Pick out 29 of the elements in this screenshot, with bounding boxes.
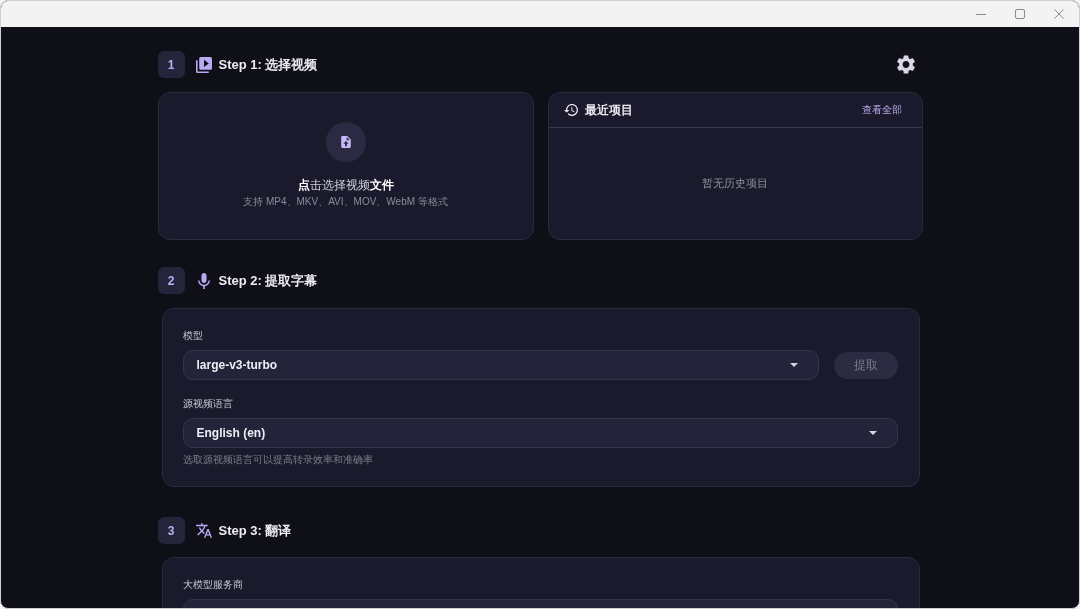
view-all-link[interactable]: 查看全部 bbox=[861, 103, 902, 117]
step-title: Step 1: 选择视频 bbox=[218, 55, 318, 74]
step-title: Step 3: 翻译 bbox=[218, 521, 292, 540]
step-number: 1 bbox=[157, 51, 185, 78]
step-number: 3 bbox=[157, 517, 185, 544]
field-label: 大模型服务商 bbox=[182, 578, 244, 592]
step-title: Step 2: 提取字幕 bbox=[218, 271, 318, 290]
step-number: 2 bbox=[157, 267, 185, 294]
translate-icon bbox=[195, 523, 212, 538]
settings-icon[interactable] bbox=[896, 55, 915, 74]
field-label: 源视频语言 bbox=[182, 397, 234, 411]
recent-title: 最近项目 bbox=[584, 101, 633, 119]
microphone-icon bbox=[197, 272, 210, 289]
empty-message: 暂无历史项目 bbox=[702, 176, 768, 191]
upload-dropzone[interactable]: 点击选择视频文件 支持 MP4、MKV、AVI、MOV、WebM 等格式 bbox=[157, 92, 534, 240]
language-select[interactable]: English (en) bbox=[182, 418, 898, 448]
format-hint: 支持 MP4、MKV、AVI、MOV、WebM 等格式 bbox=[243, 196, 448, 208]
caret-icon bbox=[789, 363, 798, 367]
help-text: 选取源视频语言可以提高转录效率和准确率 bbox=[182, 454, 374, 466]
close-icon[interactable] bbox=[1053, 9, 1064, 19]
maximize-icon[interactable] bbox=[1014, 9, 1025, 19]
minimize-icon[interactable] bbox=[975, 13, 986, 15]
history-icon bbox=[563, 104, 578, 116]
field-label: 模型 bbox=[182, 329, 204, 343]
upload-prompt: 点击选择视频文件 bbox=[297, 178, 394, 192]
model-select[interactable]: large-v3-turbo bbox=[182, 350, 819, 380]
file-upload-icon bbox=[325, 122, 366, 162]
video-library-icon bbox=[195, 56, 212, 73]
caret-icon bbox=[868, 431, 877, 435]
